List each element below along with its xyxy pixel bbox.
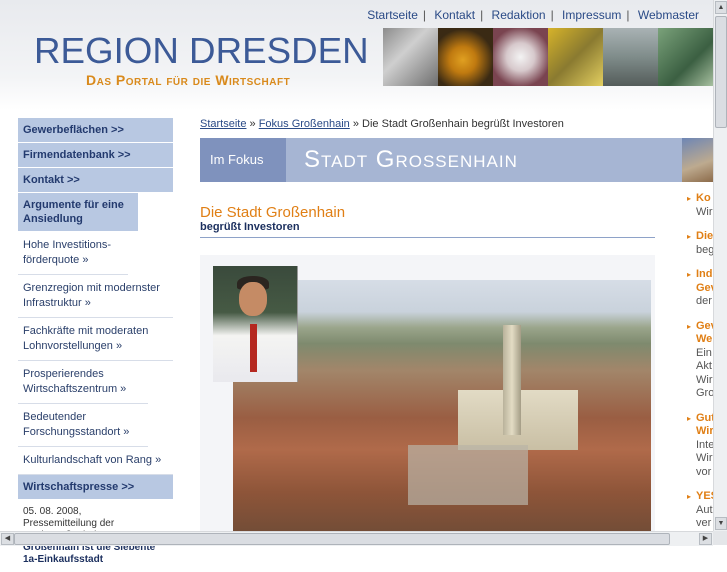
right-news-text: beg <box>696 243 713 256</box>
sidebar-item-firmendatenbank[interactable]: Firmendatenbank >> <box>18 143 173 168</box>
breadcrumb-separator: » <box>349 118 363 130</box>
right-news-text: Aut <box>696 503 713 516</box>
portrait-tie <box>250 324 257 372</box>
article-subheadline: begrüßt Investoren <box>200 221 300 233</box>
breadcrumb-focus[interactable]: Fokus Großenhain <box>259 118 350 130</box>
vertical-scrollbar[interactable]: ▲ ▼ <box>713 0 727 531</box>
right-news-title[interactable]: We <box>696 333 713 347</box>
bullet-arrow-icon: ▸ <box>687 321 692 331</box>
right-news-item[interactable]: ▸ Gut Wir Inte Wir vor <box>682 412 713 480</box>
right-news-text: Inte <box>696 438 713 451</box>
right-news-title[interactable]: Die <box>696 230 713 244</box>
mayor-portrait-photo <box>213 266 298 382</box>
scroll-down-arrow-icon[interactable]: ▼ <box>715 517 727 530</box>
right-news-text: Gro <box>696 387 713 399</box>
header-photo <box>493 28 548 86</box>
focus-banner: Im Fokus Stadt Grossenhain <box>200 138 713 182</box>
vertical-scroll-thumb[interactable] <box>715 16 727 128</box>
right-news-text: der <box>696 295 712 307</box>
headline-divider <box>200 237 655 238</box>
scroll-up-arrow-icon[interactable]: ▲ <box>715 1 727 14</box>
right-news-item[interactable]: ▸ Die beg <box>682 230 713 257</box>
site-logo-title[interactable]: REGION DRESDEN <box>34 30 369 72</box>
breadcrumb-separator: » <box>246 118 259 130</box>
right-news-title[interactable]: YES <box>696 490 713 504</box>
right-news-text: Wir <box>696 452 713 464</box>
right-news-item[interactable]: ▸ Gev We Ein Akt Wir Gro <box>682 320 713 401</box>
portrait-face <box>239 282 267 316</box>
breadcrumb-home[interactable]: Startseite <box>200 118 246 130</box>
toplink-impressum[interactable]: Impressum <box>562 8 621 22</box>
top-links: Startseite | Kontakt | Redaktion | Impressu… <box>367 8 699 22</box>
header-photo <box>658 28 713 86</box>
site-tagline: Das Portal für die Wirtschaft <box>86 72 291 88</box>
header-photo <box>548 28 603 86</box>
horizontal-scrollbar[interactable]: ◀ ▶ <box>0 531 713 546</box>
bullet-arrow-icon: ▸ <box>687 232 692 241</box>
toplink-kontakt[interactable]: Kontakt <box>434 8 475 22</box>
sidebar-nav: Gewerbeflächen >> Firmendatenbank >> Kon… <box>18 118 173 572</box>
sidebar-subitem-forschung[interactable]: Bedeutender Forschungsstandort » <box>18 404 148 447</box>
sidebar-subitem-wirtschaftszentrum[interactable]: Prosperierendes Wirtschaftszentrum » <box>18 361 148 404</box>
right-news-item[interactable]: ▸ Ko Wir <box>682 192 713 219</box>
header-photo <box>603 28 658 86</box>
site-header: Startseite | Kontakt | Redaktion | Impressu… <box>0 0 713 110</box>
header-photo <box>383 28 438 86</box>
right-news-title[interactable]: Ko <box>696 192 713 206</box>
sidebar-subitem-fachkraefte[interactable]: Fachkräfte mit moderaten Lohnvorstellung… <box>18 318 173 361</box>
right-news-text: ver <box>696 517 712 529</box>
right-news-item[interactable]: ▸ Ind Gev der <box>682 268 713 309</box>
sidebar-subitem-foerderquote[interactable]: Hohe Investitions-förderquote » <box>18 232 128 275</box>
right-news-text: vor <box>696 465 712 478</box>
sidebar-item-kontakt[interactable]: Kontakt >> <box>18 168 173 193</box>
scroll-right-arrow-icon[interactable]: ▶ <box>699 533 712 545</box>
breadcrumb-current: Die Stadt Großenhain begrüßt Investoren <box>362 118 564 130</box>
bullet-arrow-icon: ▸ <box>687 413 692 423</box>
focus-banner-title: Stadt Grossenhain <box>304 146 518 173</box>
right-news-text: Wir <box>696 205 713 218</box>
toplink-webmaster[interactable]: Webmaster <box>638 8 699 22</box>
horizontal-scroll-thumb[interactable] <box>14 533 670 545</box>
bullet-arrow-icon: ▸ <box>687 194 692 203</box>
right-news-column: ▸ Ko Wir ▸ Die beg ▸ Ind Gev der ▸ Gev W… <box>682 192 713 542</box>
scroll-left-arrow-icon[interactable]: ◀ <box>1 533 14 545</box>
main-content: Startseite » Fokus Großenhain » Die Stad… <box>200 118 713 545</box>
toplink-redaktion[interactable]: Redaktion <box>492 8 546 22</box>
right-news-title[interactable]: Gev <box>696 320 713 334</box>
sidebar-subitem-kulturlandschaft[interactable]: Kulturlandschaft von Rang » <box>18 447 173 475</box>
market-square-shape <box>408 445 528 505</box>
header-photo-strip <box>383 28 713 86</box>
church-tower-shape <box>503 325 521 435</box>
bullet-arrow-icon: ▸ <box>687 492 692 501</box>
sidebar-subitem-grenzregion[interactable]: Grenzregion mit modernster Infrastruktur… <box>18 275 173 318</box>
article-headline: Die Stadt Großenhain <box>200 204 346 221</box>
scrollbar-corner <box>713 531 727 545</box>
right-news-title[interactable]: Ind <box>696 268 713 282</box>
bullet-arrow-icon: ▸ <box>687 270 692 279</box>
right-news-text: Wir <box>696 373 713 386</box>
right-news-title[interactable]: Gev <box>696 282 713 296</box>
right-news-text: Ein <box>696 346 712 359</box>
right-news-title[interactable]: Wir <box>696 425 713 439</box>
sidebar-item-gewerbeflaechen[interactable]: Gewerbeflächen >> <box>18 118 173 143</box>
sidebar-item-argumente[interactable]: Argumente für eine Ansiedlung <box>18 193 138 232</box>
right-news-item[interactable]: ▸ YES Aut ver <box>682 490 713 531</box>
focus-tab-label: Im Fokus <box>200 138 286 182</box>
toplink-startseite[interactable]: Startseite <box>367 8 418 22</box>
sidebar-item-wirtschaftspresse[interactable]: Wirtschaftspresse >> <box>18 475 173 500</box>
right-news-text: Akt <box>696 360 712 372</box>
article-image-box <box>200 255 655 545</box>
focus-banner-image <box>682 138 713 182</box>
header-photo <box>438 28 493 86</box>
right-news-title[interactable]: Gut <box>696 412 713 426</box>
breadcrumb: Startseite » Fokus Großenhain » Die Stad… <box>200 118 655 130</box>
